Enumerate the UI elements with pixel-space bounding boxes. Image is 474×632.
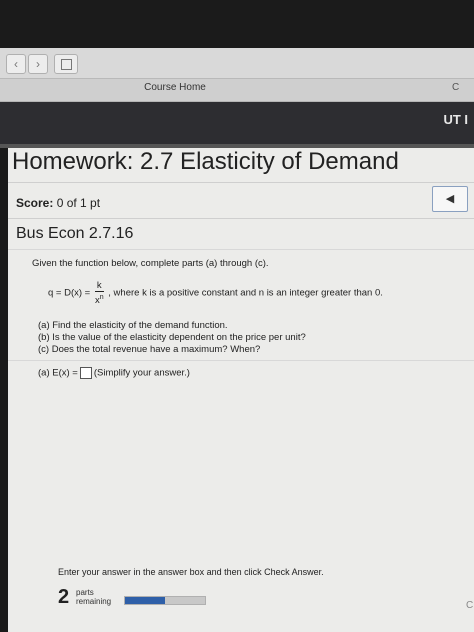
parts-label-line2: remaining — [76, 597, 112, 606]
score-label: Score: — [16, 196, 54, 210]
banner-text: UT I — [443, 112, 468, 127]
sidebar-icon — [61, 59, 72, 70]
score: Score: 0 of 1 pt — [16, 196, 100, 210]
corner-text: C — [466, 600, 474, 611]
forward-button[interactable]: › — [28, 54, 48, 74]
triangle-left-icon: ◀ — [445, 193, 455, 205]
chevron-left-icon: ‹ — [14, 57, 18, 71]
monitor-bezel — [0, 0, 474, 48]
demand-formula: q = D(x) = k xn , where k is a positive … — [48, 280, 383, 306]
answer-prefix: (a) E(x) = — [38, 367, 78, 379]
progress-fill — [125, 597, 165, 604]
formula-den-exponent: n — [99, 294, 104, 301]
homework-panel: Homework: 2.7 Elasticity of Demand Score… — [8, 148, 474, 632]
back-button[interactable]: ‹ — [6, 54, 26, 74]
question-instruction: Given the function below, complete parts… — [32, 258, 269, 269]
divider — [8, 218, 474, 219]
site-banner: UT I — [0, 102, 474, 144]
formula-denominator: xn — [95, 292, 104, 306]
parts-label: parts remaining — [76, 588, 111, 606]
answer-input[interactable] — [79, 367, 92, 379]
answer-row: (a) E(x) = (Simplify your answer.) — [38, 367, 190, 379]
divider — [8, 249, 474, 250]
formula-lhs: q = D(x) = — [48, 287, 91, 299]
footer-hint: Enter your answer in the answer box and … — [58, 567, 324, 577]
parts-progress-bar — [124, 596, 206, 605]
divider — [8, 182, 474, 183]
question-id: Bus Econ 2.7.16 — [16, 225, 134, 242]
formula-rest: , where k is a positive constant and n i… — [108, 287, 383, 299]
part-c-text: (c) Does the total revenue have a maximu… — [38, 344, 261, 355]
tab-course-home[interactable]: Course Home — [110, 82, 240, 93]
formula-numerator: k — [94, 280, 104, 292]
part-a-text: (a) Find the elasticity of the demand fu… — [38, 320, 228, 331]
page-title: Homework: 2.7 Elasticity of Demand — [12, 148, 399, 175]
question-nav-button[interactable]: ◀ — [432, 186, 468, 212]
answer-hint: (Simplify your answer.) — [93, 367, 190, 379]
tab-strip: Course Home C — [0, 79, 474, 102]
parts-count: 2 — [58, 586, 70, 608]
score-value: 0 of 1 pt — [56, 196, 101, 210]
divider — [8, 360, 474, 361]
tab-partial[interactable]: C — [452, 82, 459, 93]
browser-toolbar: ‹ › — [0, 48, 474, 79]
formula-fraction: k xn — [94, 280, 104, 306]
chevron-right-icon: › — [36, 57, 40, 71]
sidebar-toggle-button[interactable] — [54, 54, 78, 74]
part-b-text: (b) Is the value of the elasticity depen… — [38, 332, 306, 343]
parts-label-line1: parts — [76, 588, 94, 597]
